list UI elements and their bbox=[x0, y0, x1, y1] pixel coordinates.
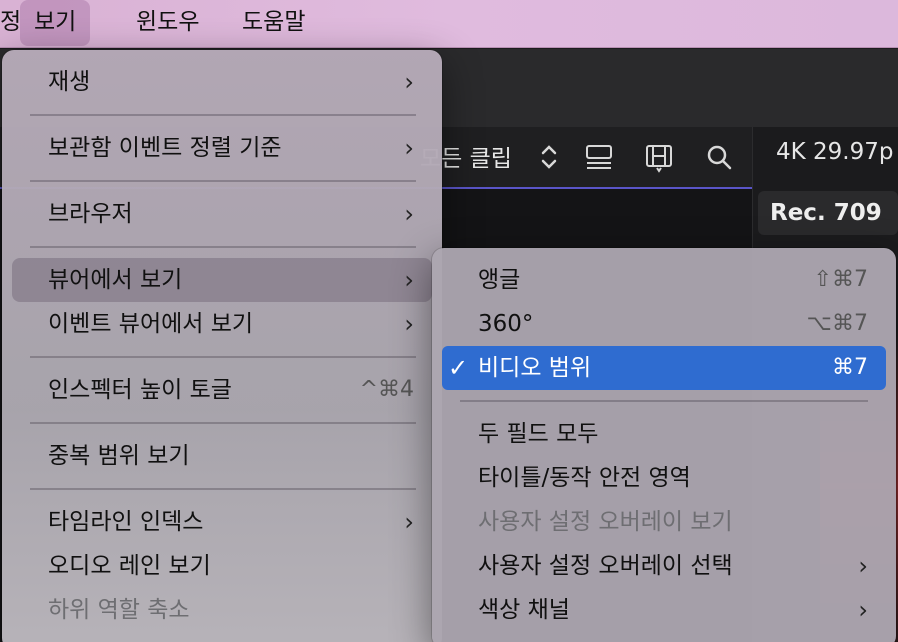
menu-item-collapse-subroles: 하위 역할 축소 bbox=[48, 597, 190, 623]
submenu-item-show-custom-overlay: 사용자 설정 오버레이 보기 bbox=[478, 509, 733, 535]
menu-item-show-audio-lanes[interactable]: 오디오 레인 보기 bbox=[12, 544, 432, 588]
menu-item-show-in-event-viewer[interactable]: 이벤트 뷰어에서 보기 › bbox=[12, 302, 432, 346]
menu-separator bbox=[30, 246, 416, 248]
submenu-item-video-scopes[interactable]: ✓ 비디오 범위 ⌘7 bbox=[442, 346, 886, 390]
menubar-item-window[interactable]: 윈도우 bbox=[122, 0, 213, 48]
menu-item-toggle-inspector-height[interactable]: 인스펙터 높이 토글 ^⌘4 bbox=[12, 368, 432, 412]
chevron-right-icon: › bbox=[404, 134, 414, 162]
submenu-item-angles[interactable]: 앵글 ⇧⌘7 bbox=[442, 258, 886, 302]
menu-item-show-in-viewer[interactable]: 뷰어에서 보기 › bbox=[12, 258, 432, 302]
chevron-right-icon: › bbox=[858, 596, 868, 624]
submenu-item-title-action-safe[interactable]: 타이틀/동작 안전 영역 bbox=[442, 456, 886, 500]
chevron-right-icon: › bbox=[404, 266, 414, 294]
keyboard-shortcut: ⌥⌘7 bbox=[806, 311, 868, 336]
format-label: 4K 29.97p bbox=[776, 139, 894, 165]
chevron-right-icon: › bbox=[404, 310, 414, 338]
menu-separator bbox=[30, 488, 416, 490]
chevron-right-icon: › bbox=[404, 68, 414, 96]
search-icon[interactable] bbox=[704, 140, 734, 174]
menu-separator bbox=[30, 356, 416, 358]
menubar-item-help[interactable]: 도움말 bbox=[228, 0, 319, 48]
chevron-right-icon: › bbox=[858, 552, 868, 580]
checkmark-icon: ✓ bbox=[448, 354, 469, 382]
submenu-item-choose-custom-overlay[interactable]: 사용자 설정 오버레이 선택 › bbox=[442, 544, 886, 588]
menu-item-timeline-index[interactable]: 타임라인 인덱스 › bbox=[12, 500, 432, 544]
show-in-viewer-submenu: 앵글 ⇧⌘7 360° ⌥⌘7 ✓ 비디오 범위 ⌘7 두 필드 모두 타이틀/… bbox=[432, 248, 896, 642]
menu-separator bbox=[30, 422, 416, 424]
menu-item-library-sort[interactable]: 보관함 이벤트 정렬 기준 › bbox=[12, 126, 432, 170]
submenu-item-360[interactable]: 360° ⌥⌘7 bbox=[442, 302, 886, 346]
view-menu: 재생 › 보관함 이벤트 정렬 기준 › 브라우저 › 뷰어에서 보기 › 이벤… bbox=[2, 50, 442, 642]
keyboard-shortcut: ^⌘4 bbox=[359, 377, 414, 402]
submenu-item-color-channels[interactable]: 색상 채널 › bbox=[442, 588, 886, 632]
menu-item-browser[interactable]: 브라우저 › bbox=[12, 192, 432, 236]
menu-bar: 정 보기 윈도우 도움말 bbox=[0, 0, 898, 48]
chevron-right-icon: › bbox=[404, 200, 414, 228]
menu-separator bbox=[460, 400, 868, 402]
chevron-right-icon: › bbox=[404, 508, 414, 536]
menu-separator bbox=[30, 114, 416, 116]
list-view-icon[interactable] bbox=[584, 140, 614, 174]
color-space-label: Rec. 709 bbox=[758, 191, 898, 235]
submenu-item-both-fields[interactable]: 두 필드 모두 bbox=[442, 412, 886, 456]
filmstrip-icon[interactable] bbox=[644, 140, 674, 174]
keyboard-shortcut: ⇧⌘7 bbox=[813, 267, 868, 292]
menu-item-show-duplicate-ranges[interactable]: 중복 범위 보기 bbox=[12, 434, 432, 478]
menu-item-playback[interactable]: 재생 › bbox=[12, 60, 432, 104]
menu-separator bbox=[30, 180, 416, 182]
menubar-item-view[interactable]: 보기 bbox=[20, 0, 91, 46]
chevron-updown-icon[interactable] bbox=[536, 140, 566, 174]
keyboard-shortcut: ⌘7 bbox=[832, 355, 868, 380]
